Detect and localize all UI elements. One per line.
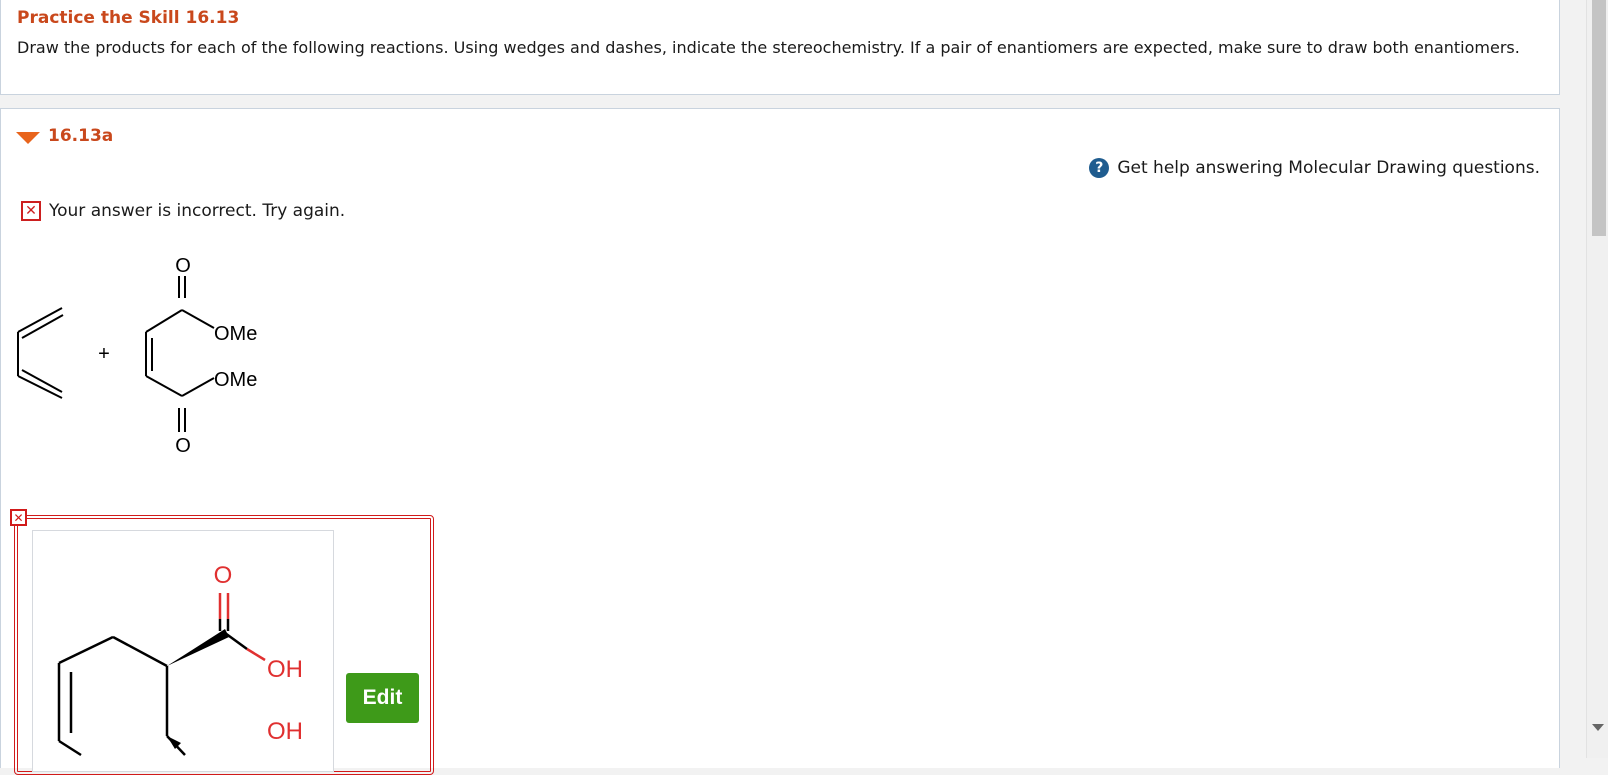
edit-button[interactable]: Edit [346, 673, 419, 723]
ome-label-bottom: OMe [214, 369, 257, 391]
answer-structure: O OH OH [57, 562, 303, 757]
question-icon[interactable]: ? [1089, 158, 1110, 178]
ome-label-top: OMe [214, 323, 257, 345]
help-text[interactable]: Get help answering Molecular Drawing que… [1117, 158, 1540, 178]
help-link[interactable]: ? Get help answering Molecular Drawing q… [1089, 158, 1540, 178]
header-panel: Practice the Skill 16.13 Draw the produc… [0, 0, 1560, 95]
page-title: Practice the Skill 16.13 [17, 8, 240, 28]
reaction-scheme: + O OMe OMe O [17, 255, 257, 457]
instructions-text: Draw the products for each of the follow… [17, 38, 1520, 57]
dimethyl-maleate-structure [145, 276, 215, 432]
expand-triangle-icon[interactable] [16, 132, 40, 144]
feedback-message: ✕ Your answer is incorrect. Try again. [21, 201, 345, 221]
answer-structure-box: O OH OH [32, 530, 334, 772]
carbonyl-o-top: O [175, 255, 191, 277]
part-label: 16.13a [48, 126, 114, 146]
answer-incorrect-icon: ✕ [10, 509, 27, 526]
carbonyl-o-bottom: O [175, 435, 191, 457]
part-toggle[interactable]: 16.13a [16, 126, 113, 146]
answer-carbonyl-o: O [214, 562, 233, 589]
feedback-text: Your answer is incorrect. Try again. [49, 201, 346, 221]
wedge-bond-top [167, 629, 229, 666]
x-icon: ✕ [21, 201, 41, 221]
plus-sign: + [98, 343, 110, 365]
answer-oh-bottom: OH [267, 718, 303, 745]
butadiene-structure [17, 307, 64, 399]
answer-oh-top: OH [267, 656, 303, 683]
scrollbar-thumb[interactable] [1592, 0, 1606, 236]
scroll-down-arrow-icon[interactable] [1592, 724, 1604, 731]
